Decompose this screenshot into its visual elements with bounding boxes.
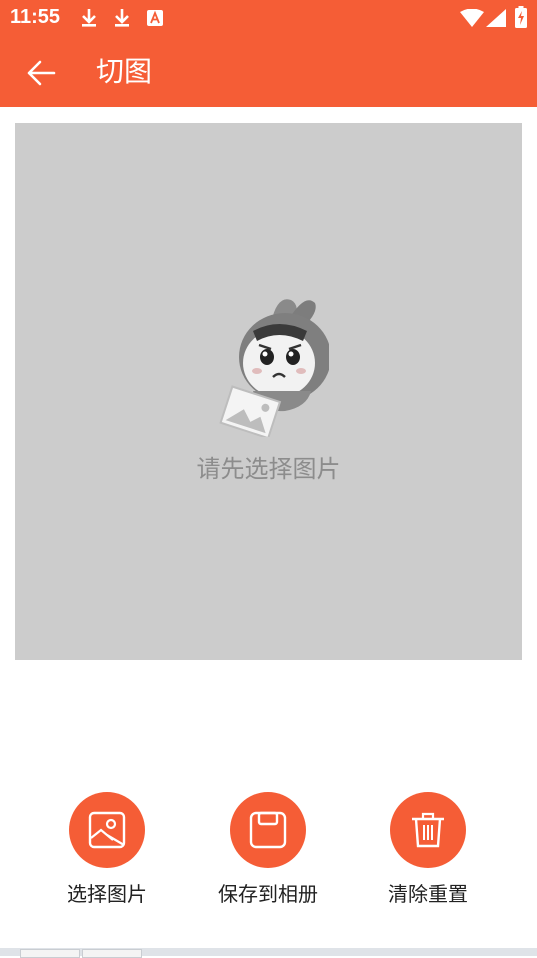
bottom-strip xyxy=(0,948,537,958)
save-icon xyxy=(249,811,287,849)
trash-icon xyxy=(412,812,444,848)
battery-icon xyxy=(515,6,527,28)
save-to-album-button[interactable]: 保存到相册 xyxy=(188,792,348,907)
image-icon xyxy=(88,811,126,849)
select-image-circle[interactable] xyxy=(69,792,145,868)
app-bar: 切图 xyxy=(0,36,537,107)
clear-reset-label: 清除重置 xyxy=(388,882,468,906)
text-a-icon xyxy=(147,10,163,26)
download-icon xyxy=(115,9,129,27)
page-title: 切图 xyxy=(96,55,153,88)
signal-icon xyxy=(486,9,506,27)
save-to-album-label: 保存到相册 xyxy=(218,882,318,906)
strip-tab xyxy=(20,949,80,958)
empty-state-mascot-icon xyxy=(219,299,329,437)
wifi-icon xyxy=(460,9,484,27)
status-bar: 11:55 xyxy=(0,0,537,36)
arrow-left-icon[interactable] xyxy=(26,58,56,88)
strip-tab xyxy=(82,949,142,958)
clear-reset-button[interactable]: 清除重置 xyxy=(348,792,508,907)
download-icon xyxy=(82,9,96,27)
select-image-label: 选择图片 xyxy=(67,882,147,906)
placeholder-text: 请先选择图片 xyxy=(196,455,341,483)
save-to-album-circle[interactable] xyxy=(230,792,306,868)
select-image-button[interactable]: 选择图片 xyxy=(27,792,187,907)
status-time: 11:55 xyxy=(10,6,61,28)
clear-reset-circle[interactable] xyxy=(390,792,466,868)
image-canvas[interactable]: 请先选择图片 xyxy=(15,123,522,660)
